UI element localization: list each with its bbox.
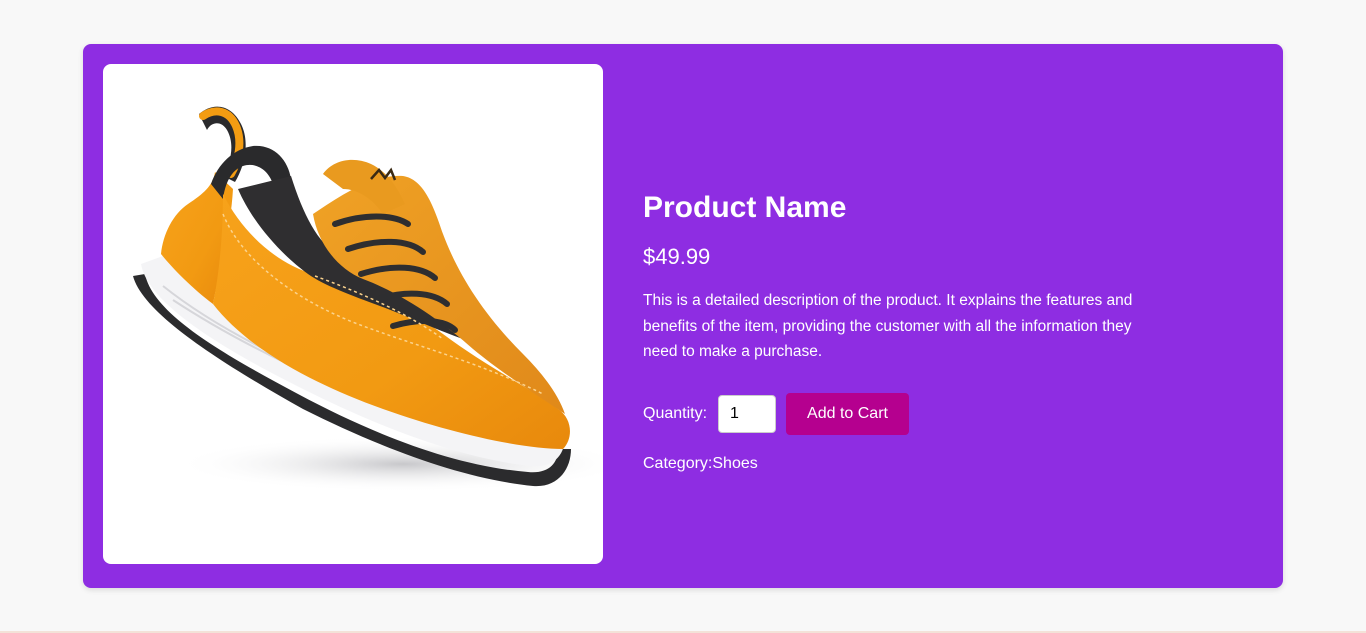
quantity-label: Quantity: [643,404,708,422]
category-value: Shoes [712,454,758,472]
shoe-image [133,106,603,492]
product-image [103,64,603,564]
add-to-cart-button[interactable]: Add to Cart [786,392,909,435]
product-title: Product Name [643,191,847,224]
quantity-input[interactable] [718,394,777,433]
product-info: Product Name $49.99 This is a detailed d… [643,190,1133,475]
product-card: Product Name $49.99 This is a detailed d… [83,44,1283,588]
category-label: Category: [643,454,713,472]
product-description: This is a detailed description of the pr… [643,292,1133,360]
product-price: $49.99 [643,244,711,269]
page: Product Name $49.99 This is a detailed d… [0,0,1366,633]
product-category: Category:Shoes [643,453,1133,475]
quantity-row: Quantity: Add to Cart [643,392,1133,435]
